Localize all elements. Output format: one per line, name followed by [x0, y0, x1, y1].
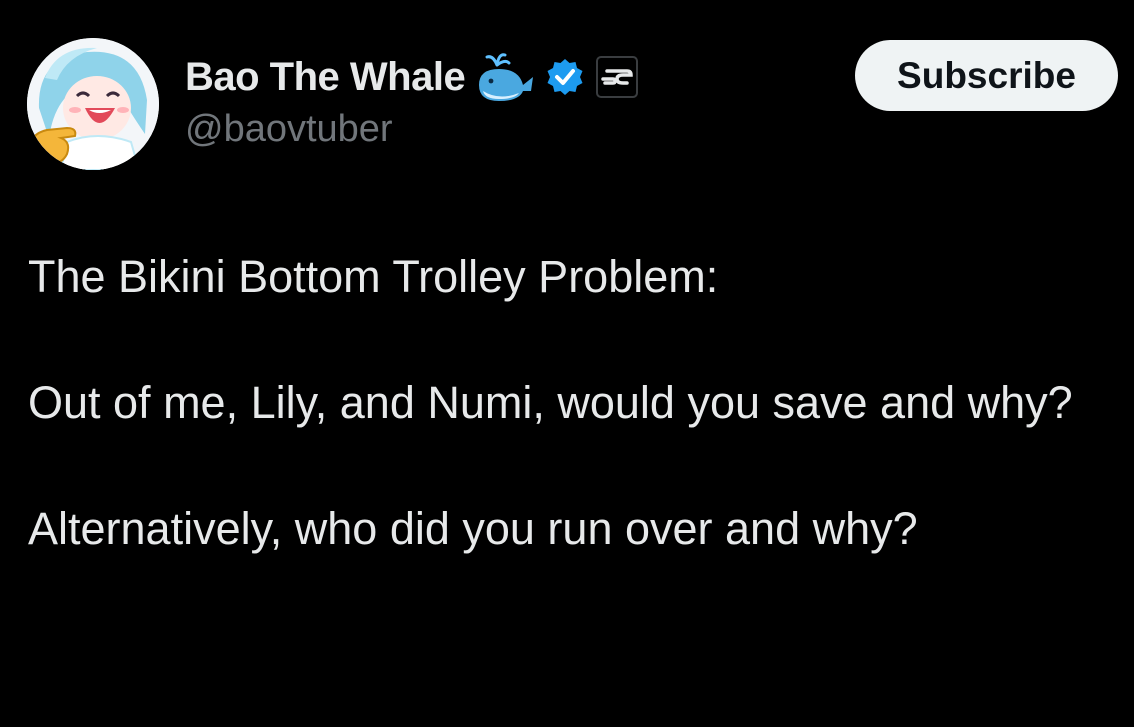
tweet-paragraph: The Bikini Bottom Trolley Problem:	[28, 251, 719, 302]
avatar[interactable]	[27, 38, 159, 170]
avatar-image	[27, 38, 159, 170]
tweet-paragraph: Out of me, Lily, and Numi, would you sav…	[28, 377, 1073, 428]
subscriber-badge-icon[interactable]	[595, 55, 639, 99]
tweet-text: The Bikini Bottom Trolley Problem: Out o…	[28, 248, 1108, 557]
tweet-paragraph: Alternatively, who did you run over and …	[28, 503, 918, 554]
author-handle[interactable]: @baovtuber	[185, 108, 393, 151]
author-name-row: Bao The Whale	[185, 50, 639, 104]
author-display-name[interactable]: Bao The Whale	[185, 55, 466, 100]
subscribe-button[interactable]: Subscribe	[855, 40, 1118, 111]
verified-badge-icon[interactable]	[545, 57, 585, 97]
whale-emoji-icon	[475, 51, 535, 103]
